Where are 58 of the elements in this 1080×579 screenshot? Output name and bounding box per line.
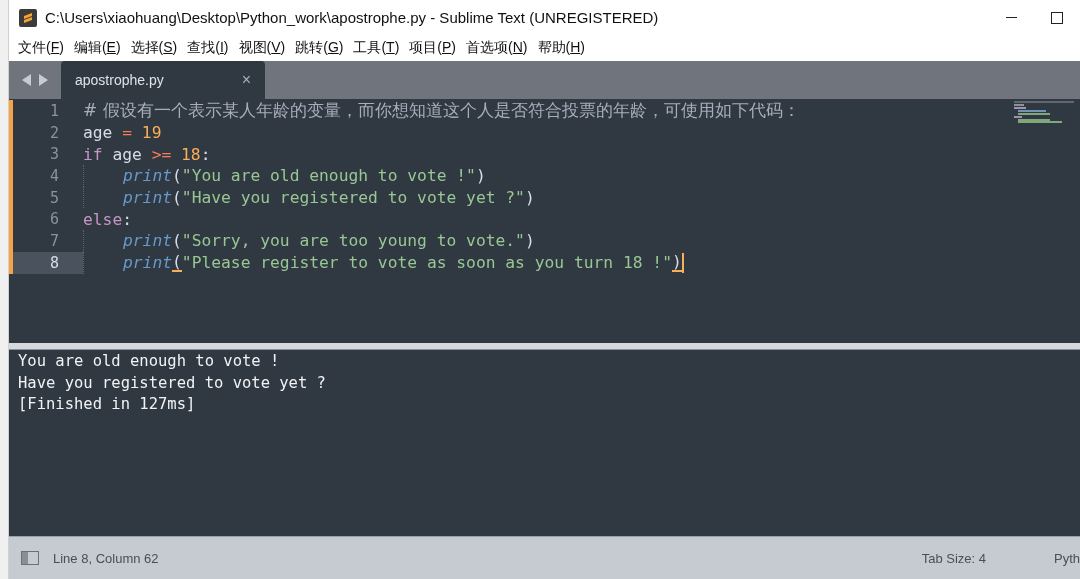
code-token: ) bbox=[524, 188, 535, 208]
minimize-icon bbox=[1005, 16, 1017, 19]
tab-scroll-arrows-icon[interactable] bbox=[22, 74, 48, 86]
code-token: 18 bbox=[180, 144, 201, 164]
tab-size-indicator[interactable]: Tab Size: 4 bbox=[921, 550, 986, 566]
line-number: 3 bbox=[9, 143, 83, 166]
code-token: else bbox=[83, 209, 123, 229]
code-token: 19 bbox=[140, 123, 162, 143]
line-number: 2 bbox=[9, 121, 83, 144]
code-token: : bbox=[122, 209, 133, 229]
output-line: Have you registered to vote yet ? bbox=[18, 372, 327, 394]
code-token: "Sorry, you are too young to vote." bbox=[181, 231, 525, 251]
code-token: ( bbox=[172, 188, 182, 208]
line-number: 1 bbox=[9, 100, 83, 122]
code-token: "Have you registered to vote yet ?" bbox=[181, 188, 525, 208]
panel-toggle-icon[interactable] bbox=[21, 551, 39, 565]
minimap-drawing bbox=[1014, 101, 1076, 123]
file-tab[interactable]: apostrophe.py × bbox=[61, 61, 265, 99]
matched-bracket: ( bbox=[172, 253, 182, 273]
line-number: 5 bbox=[9, 186, 83, 209]
menu-item[interactable]: 帮助(H) bbox=[532, 37, 590, 59]
code-token: ) bbox=[475, 166, 486, 186]
code-token: print bbox=[123, 188, 172, 208]
code-token: ( bbox=[172, 166, 182, 186]
code-token: if bbox=[83, 144, 103, 164]
output-line: You are old enough to vote ! bbox=[18, 351, 281, 372]
menu-item[interactable]: 查找(I) bbox=[182, 37, 234, 59]
menu-item[interactable]: 选择(S) bbox=[125, 37, 183, 59]
code-token: = bbox=[122, 123, 133, 143]
menu-item[interactable]: 跳转(G) bbox=[290, 37, 349, 59]
code-token: : bbox=[200, 144, 211, 164]
menu-item[interactable]: 工具(T) bbox=[348, 37, 405, 59]
menu-item[interactable]: 视图(V) bbox=[233, 37, 291, 59]
code-token: print bbox=[123, 253, 172, 273]
code-token: # 假设有一个表示某人年龄的变量，而你想知道这个人是否符合投票的年龄，可使用如下代码： bbox=[83, 99, 800, 123]
code-token: age bbox=[83, 123, 114, 143]
menu-item[interactable]: 文件(F) bbox=[13, 37, 69, 59]
line-number: 6 bbox=[9, 208, 83, 231]
window-title: C:\Users\xiaohuang\Desktop\Python_work\apostrophe.py - Sublime Text (UNREGISTERED) bbox=[45, 9, 660, 26]
menu-item[interactable]: 首选项(N) bbox=[461, 37, 533, 59]
app-logo-icon bbox=[19, 8, 37, 27]
cursor-position: Line 8, Column 62 bbox=[53, 550, 160, 566]
code-token: "Please register to vote as soon as you turn 18 !" bbox=[181, 253, 672, 273]
maximize-icon bbox=[1051, 11, 1063, 24]
line-number: 8 bbox=[9, 251, 83, 274]
code-token: age bbox=[111, 144, 143, 164]
close-icon[interactable]: × bbox=[241, 71, 251, 89]
code-token: print bbox=[123, 231, 172, 251]
code-token: "You are old enough to vote !" bbox=[181, 166, 476, 186]
menu-item[interactable]: 项目(P) bbox=[404, 37, 462, 59]
code-token: ) bbox=[524, 231, 535, 251]
code-token: print bbox=[123, 166, 172, 186]
output-line: [Finished in 127ms] bbox=[18, 394, 197, 416]
menu-item[interactable]: 编辑(E) bbox=[68, 37, 126, 59]
code-token: ( bbox=[172, 231, 182, 251]
code-token: >= bbox=[151, 144, 172, 164]
line-number: 4 bbox=[9, 165, 83, 187]
syntax-indicator[interactable]: Pyth bbox=[1054, 550, 1080, 566]
